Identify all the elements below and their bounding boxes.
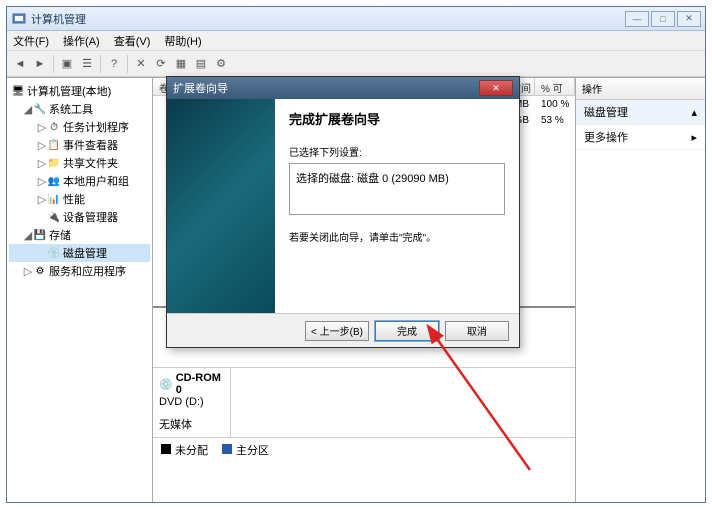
expand-icon[interactable]: ▷: [37, 157, 47, 170]
dialog-titlebar[interactable]: 扩展卷向导 ✕: [167, 77, 519, 99]
dialog-body: 完成扩展卷向导 已选择下列设置: 选择的磁盘: 磁盘 0 (29090 MB) …: [167, 99, 519, 313]
settings-icon[interactable]: ⚙: [212, 55, 230, 73]
tree-device-manager[interactable]: 🔌设备管理器: [9, 208, 150, 226]
chevron-right-icon: ▸: [691, 131, 697, 144]
expand-icon[interactable]: ▷: [37, 139, 47, 152]
legend-primary: 主分区: [222, 442, 269, 458]
dialog-heading: 完成扩展卷向导: [289, 109, 505, 128]
view2-icon[interactable]: ▤: [192, 55, 210, 73]
tree-performance[interactable]: ▷📊性能: [9, 190, 150, 208]
forward-icon[interactable]: ►: [31, 55, 49, 73]
back-icon[interactable]: ◄: [11, 55, 29, 73]
selected-settings-box: 选择的磁盘: 磁盘 0 (29090 MB): [289, 163, 505, 215]
window-buttons: — □ ✕: [625, 11, 701, 27]
folder-icon: 📁: [47, 156, 61, 170]
expand-icon[interactable]: ▷: [37, 175, 47, 188]
dropdown-icon: ▴: [691, 106, 697, 119]
device-icon: 🔌: [47, 210, 61, 224]
tree-event-viewer[interactable]: ▷📋事件查看器: [9, 136, 150, 154]
dialog-instruction: 若要关闭此向导，请单击"完成"。: [289, 229, 505, 244]
separator: [100, 55, 101, 73]
cdrom-icon: 💿: [159, 378, 173, 391]
menu-file[interactable]: 文件(F): [13, 33, 49, 49]
swatch-blue: [222, 444, 232, 454]
app-icon: [11, 11, 27, 27]
tree-system-tools[interactable]: ◢🔧系统工具: [9, 100, 150, 118]
separator: [53, 55, 54, 73]
clock-icon: ⏱: [47, 120, 61, 134]
menu-view[interactable]: 查看(V): [114, 33, 151, 49]
actions-disk-mgmt[interactable]: 磁盘管理 ▴: [576, 100, 705, 125]
computer-icon: 🖥: [11, 84, 25, 98]
actions-pane: 操作 磁盘管理 ▴ 更多操作 ▸: [575, 78, 705, 502]
finish-button[interactable]: 完成: [375, 321, 439, 341]
help-icon[interactable]: ?: [105, 55, 123, 73]
dialog-main: 完成扩展卷向导 已选择下列设置: 选择的磁盘: 磁盘 0 (29090 MB) …: [275, 99, 519, 313]
tree-task-scheduler[interactable]: ▷⏱任务计划程序: [9, 118, 150, 136]
menubar: 文件(F) 操作(A) 查看(V) 帮助(H): [7, 31, 705, 51]
maximize-button[interactable]: □: [651, 11, 675, 27]
disk-bar[interactable]: [231, 368, 575, 437]
disk-row-cdrom[interactable]: 💿CD-ROM 0 DVD (D:) 无媒体: [153, 368, 575, 438]
dialog-title: 扩展卷向导: [173, 80, 479, 96]
swatch-black: [161, 444, 171, 454]
actions-header: 操作: [576, 78, 705, 100]
legend-unallocated: 未分配: [161, 442, 208, 458]
wizard-dialog: 扩展卷向导 ✕ 完成扩展卷向导 已选择下列设置: 选择的磁盘: 磁盘 0 (29…: [166, 76, 520, 348]
perf-icon: 📊: [47, 192, 61, 206]
cancel-button[interactable]: 取消: [445, 321, 509, 341]
collapse-icon[interactable]: ◢: [23, 103, 33, 116]
tools-icon: 🔧: [33, 102, 47, 116]
actions-more[interactable]: 更多操作 ▸: [576, 125, 705, 150]
menu-action[interactable]: 操作(A): [63, 33, 100, 49]
tree-local-users[interactable]: ▷👥本地用户和组: [9, 172, 150, 190]
wizard-sidebar-image: [167, 99, 275, 313]
view1-icon[interactable]: ▦: [172, 55, 190, 73]
window-title: 计算机管理: [31, 11, 625, 27]
separator: [127, 55, 128, 73]
users-icon: 👥: [47, 174, 61, 188]
tree-storage[interactable]: ◢💾存储: [9, 226, 150, 244]
dialog-close-button[interactable]: ✕: [479, 80, 513, 96]
disk-icon: 💿: [47, 246, 61, 260]
collapse-icon[interactable]: ◢: [23, 229, 33, 242]
legend: 未分配 主分区: [153, 438, 575, 462]
nav-tree[interactable]: 🖥计算机管理(本地) ◢🔧系统工具 ▷⏱任务计划程序 ▷📋事件查看器 ▷📁共享文…: [7, 78, 153, 502]
disk-label: 💿CD-ROM 0 DVD (D:) 无媒体: [153, 368, 231, 437]
properties-icon[interactable]: ☰: [78, 55, 96, 73]
tree-services[interactable]: ▷⚙服务和应用程序: [9, 262, 150, 280]
col-pct[interactable]: % 可: [535, 78, 575, 95]
dialog-footer: < 上一步(B) 完成 取消: [167, 313, 519, 347]
menu-help[interactable]: 帮助(H): [164, 33, 201, 49]
tree-root[interactable]: 🖥计算机管理(本地): [9, 82, 150, 100]
back-button[interactable]: < 上一步(B): [305, 321, 369, 341]
selected-label: 已选择下列设置:: [289, 144, 505, 159]
expand-icon[interactable]: ▷: [37, 121, 47, 134]
minimize-button[interactable]: —: [625, 11, 649, 27]
close-button[interactable]: ✕: [677, 11, 701, 27]
expand-icon[interactable]: ▷: [23, 265, 33, 278]
event-icon: 📋: [47, 138, 61, 152]
expand-icon[interactable]: ▷: [37, 193, 47, 206]
refresh-icon[interactable]: ⟳: [152, 55, 170, 73]
storage-icon: 💾: [33, 228, 47, 242]
toolbar: ◄ ► ▣ ☰ ? ✕ ⟳ ▦ ▤ ⚙: [7, 51, 705, 77]
tree-disk-management[interactable]: 💿磁盘管理: [9, 244, 150, 262]
up-icon[interactable]: ▣: [58, 55, 76, 73]
tree-shared-folders[interactable]: ▷📁共享文件夹: [9, 154, 150, 172]
titlebar[interactable]: 计算机管理 — □ ✕: [7, 7, 705, 31]
delete-icon[interactable]: ✕: [132, 55, 150, 73]
services-icon: ⚙: [33, 264, 47, 278]
